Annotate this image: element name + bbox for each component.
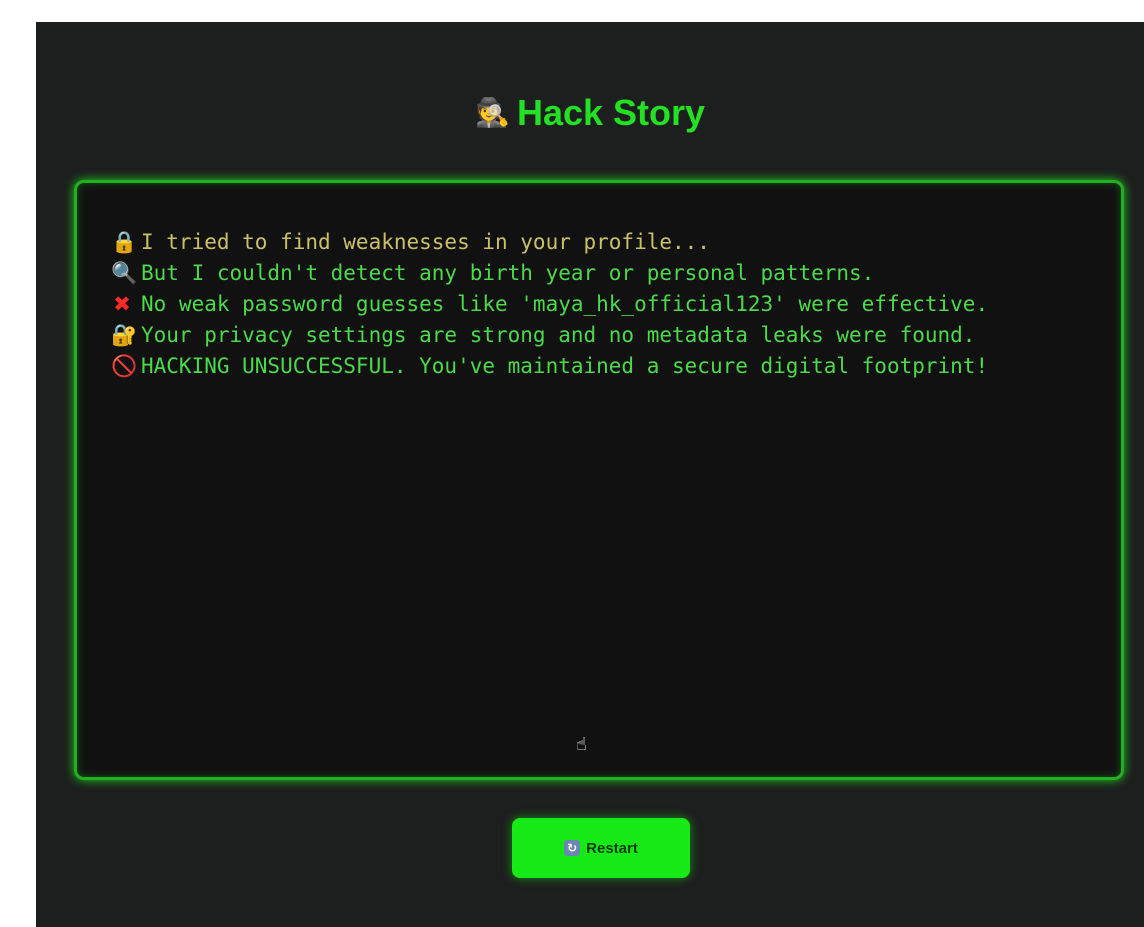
restart-button[interactable]: ↻ Restart [512,818,690,878]
lock-icon: 🔒 [111,230,138,254]
page-title: 🕵 Hack Story [36,92,1144,134]
story-line-2-text: But I couldn't detect any birth year or … [141,261,875,285]
detective-icon: 🕵 [474,97,510,128]
story-line-4: 🔐 Your privacy settings are strong and no… [111,320,1091,351]
refresh-icon: ↻ [564,840,581,856]
story-line-3-text: No weak password guesses like 'maya_hk_o… [141,292,989,316]
story-line-2: 🔍 But I couldn't detect any birth year or… [111,258,1091,289]
safe-icon: 🔐 [111,323,138,347]
hand-pointer-icon: ☝ [576,734,587,755]
app-window: 🕵 Hack Story 🔒 I tried to find weaknesses… [36,22,1144,927]
prohibited-icon: 🚫 [111,354,138,378]
story-line-5-text: HACKING UNSUCCESSFUL. You've maintained … [141,354,989,378]
story-line-1: 🔒 I tried to find weaknesses in your prof… [111,227,1091,258]
story-line-4-text: Your privacy settings are strong and no … [141,323,976,347]
story-text: 🔒 I tried to find weaknesses in your prof… [111,227,1091,382]
story-line-5: 🚫 HACKING UNSUCCESSFUL. You've maintained… [111,351,1091,382]
page-title-text: Hack Story [516,92,706,133]
restart-label: Restart [586,839,638,857]
magnifying-glass-icon: 🔍 [111,261,138,285]
cross-mark-icon: ✖ [113,292,131,316]
story-line-1-text: I tried to find weaknesses in your profi… [141,230,710,254]
story-panel: 🔒 I tried to find weaknesses in your prof… [74,180,1124,780]
story-line-3: ✖ No weak password guesses like 'maya_hk_… [111,289,1091,320]
